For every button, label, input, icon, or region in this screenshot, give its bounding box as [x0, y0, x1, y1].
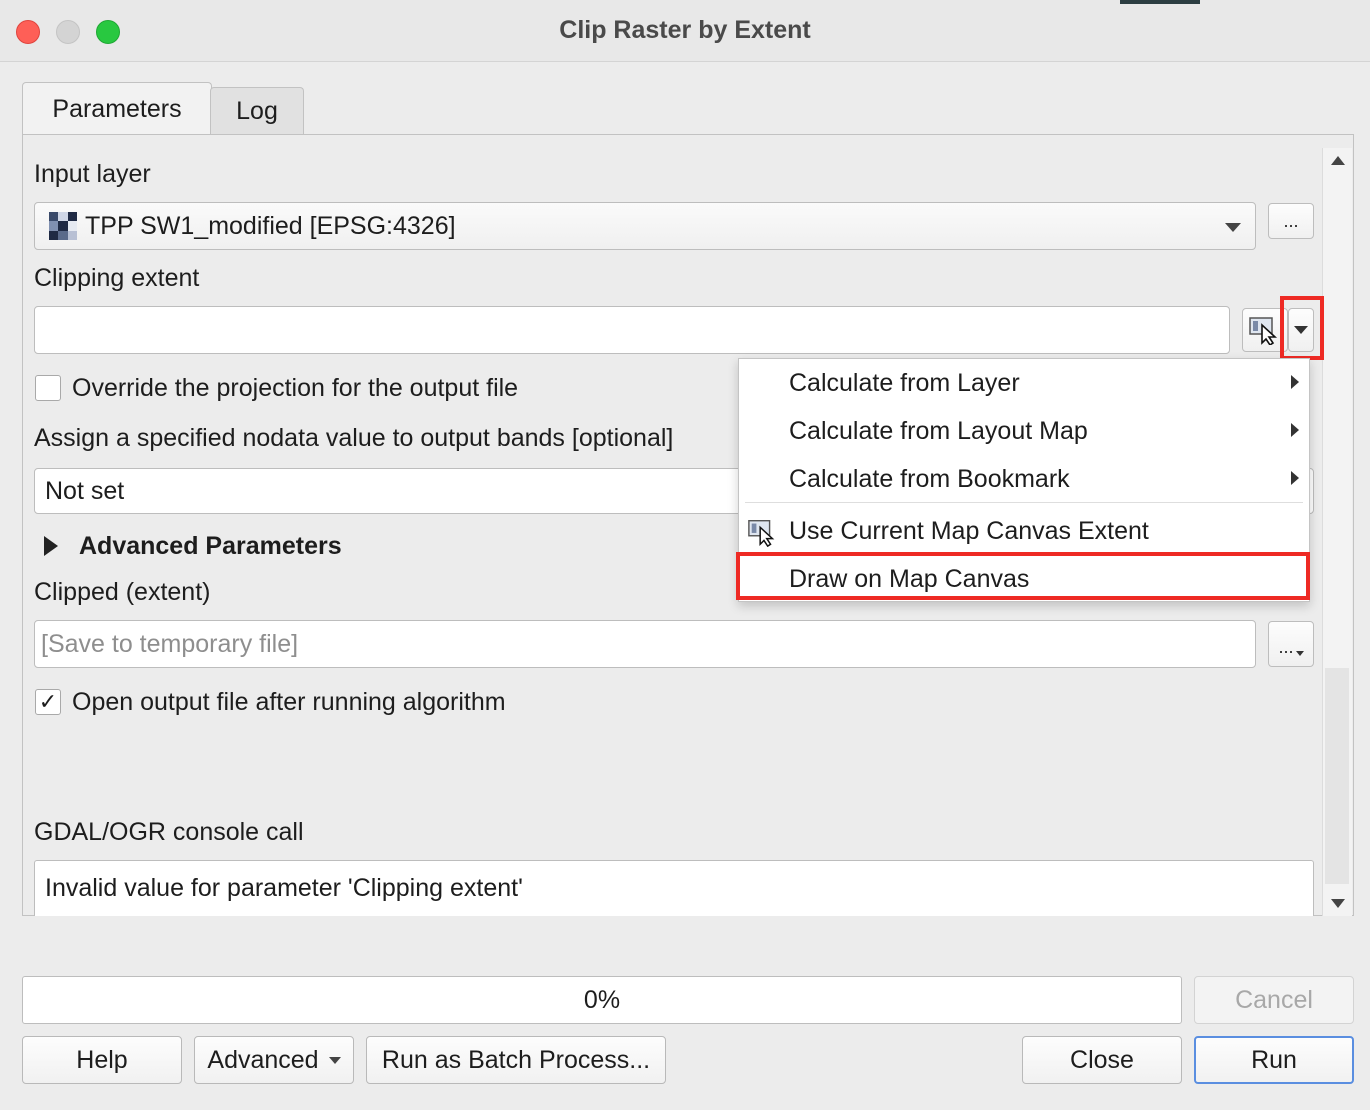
scroll-up-arrow-icon[interactable]	[1331, 156, 1345, 165]
highlight-box-menu-button	[1280, 296, 1324, 360]
tab-log[interactable]: Log	[210, 87, 304, 135]
browse-dots: ...	[1278, 637, 1294, 657]
advanced-parameters-toggle[interactable]: Advanced Parameters	[79, 532, 342, 561]
help-button[interactable]: Help	[22, 1036, 182, 1084]
close-button[interactable]: Close	[1022, 1036, 1182, 1084]
menu-item-label: Calculate from Layout Map	[789, 416, 1088, 445]
check-mark-icon: ✓	[38, 689, 58, 714]
clipping-extent-label: Clipping extent	[34, 264, 200, 292]
console-call-textarea[interactable]: Invalid value for parameter 'Clipping ex…	[34, 860, 1314, 916]
raster-layer-icon	[49, 212, 77, 240]
map-canvas-cursor-icon	[748, 520, 775, 547]
open-output-checkbox[interactable]: ✓	[35, 689, 61, 715]
scroll-down-arrow-icon[interactable]	[1331, 899, 1345, 908]
menu-item-use-current-map-canvas-extent[interactable]: Use Current Map Canvas Extent	[739, 507, 1309, 555]
open-output-label: Open output file after running algorithm	[72, 688, 506, 716]
nodata-label: Assign a specified nodata value to outpu…	[34, 424, 674, 452]
chevron-down-icon	[1225, 223, 1241, 232]
map-canvas-cursor-icon	[1249, 317, 1278, 345]
menu-separator	[745, 502, 1303, 503]
menu-item-label: Calculate from Bookmark	[789, 464, 1070, 493]
window-titlebar: Clip Raster by Extent	[0, 0, 1370, 62]
progress-text: 0%	[583, 985, 621, 1014]
highlight-box-draw-on-map-canvas	[736, 552, 1310, 600]
chevron-down-icon	[1295, 651, 1304, 656]
advanced-button-label: Advanced	[207, 1045, 319, 1074]
window-title: Clip Raster by Extent	[559, 16, 811, 44]
console-call-label: GDAL/OGR console call	[34, 818, 304, 846]
menu-item-calculate-from-bookmark[interactable]: Calculate from Bookmark	[739, 455, 1309, 503]
run-batch-process-button[interactable]: Run as Batch Process...	[366, 1036, 666, 1084]
input-layer-combobox[interactable]: TPP SW1_modified [EPSG:4326]	[34, 202, 1256, 250]
override-projection-checkbox[interactable]	[35, 375, 61, 401]
clipped-output-label: Clipped (extent)	[34, 578, 211, 606]
input-layer-label: Input layer	[34, 160, 151, 188]
chevron-down-icon	[328, 1056, 341, 1064]
clipped-output-browse-button[interactable]: ...	[1268, 621, 1314, 667]
override-projection-label: Override the projection for the output f…	[72, 374, 519, 402]
menu-item-label: Use Current Map Canvas Extent	[789, 516, 1149, 545]
submenu-arrow-icon	[1291, 423, 1299, 437]
expand-triangle-icon[interactable]	[44, 536, 58, 556]
submenu-arrow-icon	[1291, 375, 1299, 389]
scrollbar-track[interactable]	[1325, 668, 1349, 884]
tab-parameters[interactable]: Parameters	[22, 82, 212, 136]
input-layer-value: TPP SW1_modified [EPSG:4326]	[85, 211, 456, 240]
input-layer-browse-button[interactable]: ...	[1268, 203, 1314, 239]
cancel-button[interactable]: Cancel	[1194, 976, 1354, 1024]
background-window-strip	[1120, 0, 1200, 4]
submenu-arrow-icon	[1291, 471, 1299, 485]
clipping-extent-input[interactable]	[34, 306, 1230, 354]
menu-item-calculate-from-layer[interactable]: Calculate from Layer	[739, 359, 1309, 407]
run-button[interactable]: Run	[1194, 1036, 1354, 1084]
panel-scrollbar[interactable]	[1322, 148, 1352, 916]
advanced-dropdown-button[interactable]: Advanced	[194, 1036, 354, 1084]
menu-item-label: Calculate from Layer	[789, 368, 1020, 397]
clipped-output-input[interactable]: [Save to temporary file]	[34, 620, 1256, 668]
progress-bar: 0%	[22, 976, 1182, 1024]
menu-item-calculate-from-layout-map[interactable]: Calculate from Layout Map	[739, 407, 1309, 455]
